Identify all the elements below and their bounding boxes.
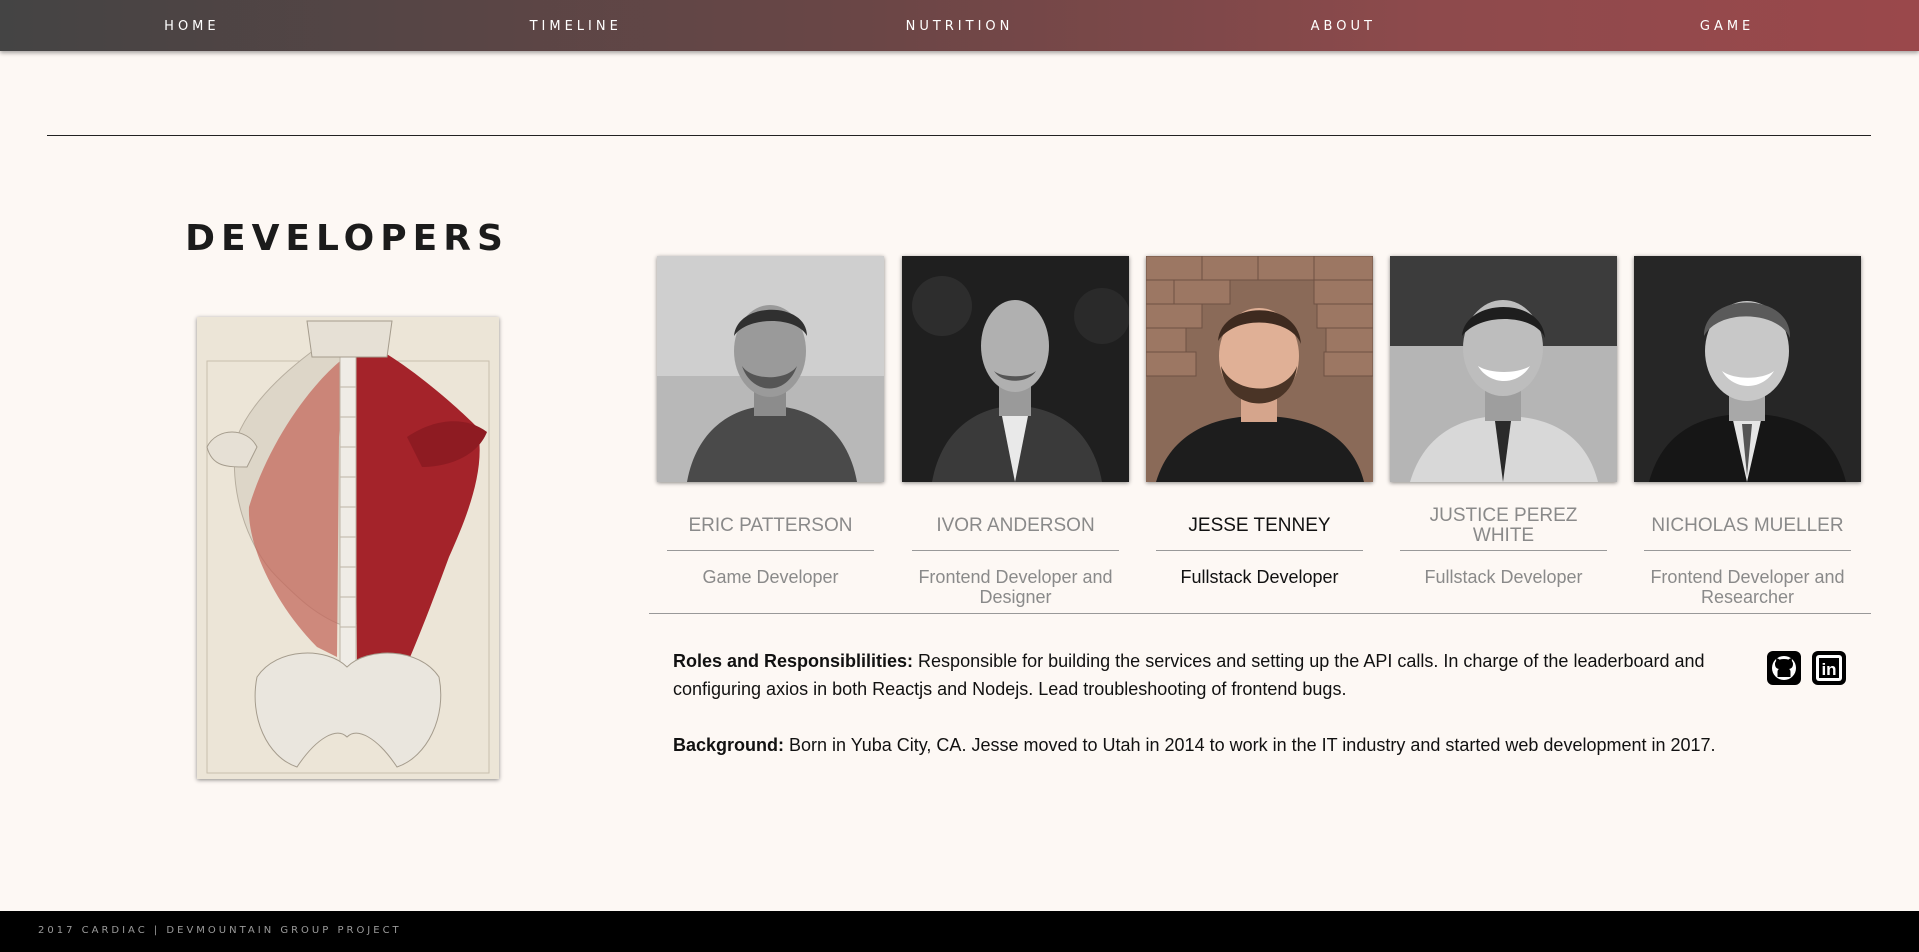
card-divider — [1156, 550, 1363, 551]
developer-card-justice[interactable]: JUSTICE PEREZ WHITE Fullstack Developer — [1390, 256, 1617, 587]
developer-photo — [1634, 256, 1861, 482]
bio-divider — [649, 613, 1871, 614]
developer-photo — [902, 256, 1129, 482]
github-icon[interactable] — [1767, 651, 1801, 685]
linkedin-glyph: in — [1821, 660, 1836, 679]
background-paragraph: Background: Born in Yuba City, CA. Jesse… — [673, 731, 1727, 759]
nav-home[interactable]: HOME — [0, 17, 384, 34]
section-divider — [47, 135, 1871, 136]
background-label: Background: — [673, 735, 785, 755]
top-nav: HOME TIMELINE NUTRITION ABOUT GAME — [0, 0, 1919, 51]
developer-role: Game Developer — [702, 567, 839, 587]
nav-about[interactable]: ABOUT — [1151, 17, 1535, 34]
developer-name: JUSTICE PEREZ WHITE — [1429, 505, 1578, 546]
developer-photo — [657, 256, 884, 482]
nav-timeline[interactable]: TIMELINE — [384, 17, 768, 34]
developer-name: ERIC PATTERSON — [688, 515, 853, 536]
developer-role: Frontend Developer and Researcher — [1650, 567, 1845, 607]
developer-role: Frontend Developer and Designer — [918, 567, 1113, 607]
page-title: DEVELOPERS — [185, 218, 509, 259]
background-text: Born in Yuba City, CA. Jesse moved to Ut… — [784, 735, 1716, 755]
nav-game[interactable]: GAME — [1535, 17, 1919, 34]
developer-name: IVOR ANDERSON — [936, 515, 1095, 536]
anatomy-illustration — [197, 317, 499, 779]
roles-paragraph: Roles and Responsiblilities: Responsible… — [673, 647, 1727, 703]
developer-card-jesse[interactable]: JESSE TENNEY Fullstack Developer — [1146, 256, 1373, 587]
linkedin-icon[interactable]: in — [1812, 651, 1846, 685]
developer-role: Fullstack Developer — [1424, 567, 1583, 587]
card-divider — [1400, 550, 1607, 551]
developer-card-eric[interactable]: ERIC PATTERSON Game Developer — [657, 256, 884, 587]
developer-photo — [1390, 256, 1617, 482]
footer: 2017 CARDIAC | DEVMOUNTAIN GROUP PROJECT — [0, 911, 1919, 952]
footer-text: 2017 CARDIAC | DEVMOUNTAIN GROUP PROJECT — [38, 925, 402, 936]
developer-name: JESSE TENNEY — [1188, 515, 1331, 536]
developer-role: Fullstack Developer — [1180, 567, 1339, 587]
developer-photo — [1146, 256, 1373, 482]
developer-card-ivor[interactable]: IVOR ANDERSON Frontend Developer and Des… — [902, 256, 1129, 607]
card-divider — [667, 550, 874, 551]
nav-nutrition[interactable]: NUTRITION — [768, 17, 1152, 34]
card-divider — [1644, 550, 1851, 551]
developer-name: NICHOLAS MUELLER — [1651, 515, 1844, 536]
card-divider — [912, 550, 1119, 551]
roles-label: Roles and Responsiblilities: — [673, 651, 914, 671]
developer-card-nicholas[interactable]: NICHOLAS MUELLER Frontend Developer and … — [1634, 256, 1861, 607]
